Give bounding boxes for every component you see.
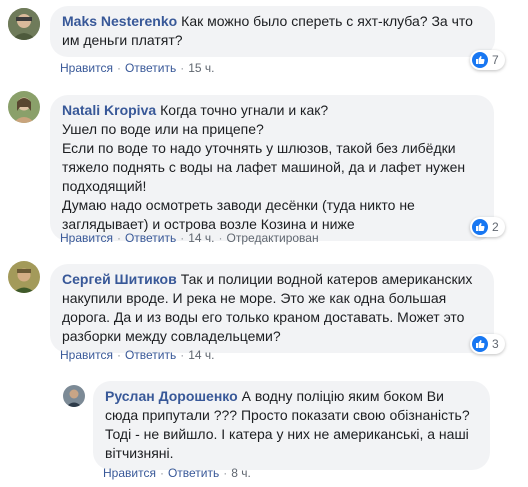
thumbs-up-icon bbox=[472, 52, 488, 68]
comment-actions: Нравится · Ответить · 8 ч. bbox=[103, 466, 251, 480]
comment-time[interactable]: 15 ч. bbox=[188, 61, 214, 75]
separator: · bbox=[180, 231, 185, 245]
like-link[interactable]: Нравится bbox=[60, 61, 113, 75]
reply-link[interactable]: Ответить bbox=[125, 61, 176, 75]
reply-link[interactable]: Ответить bbox=[125, 231, 176, 245]
comment-author[interactable]: Maks Nesterenko bbox=[62, 13, 177, 29]
separator: · bbox=[159, 466, 164, 480]
separator: · bbox=[116, 231, 121, 245]
like-link[interactable]: Нравится bbox=[103, 466, 156, 480]
separator: · bbox=[223, 466, 228, 480]
reaction-count[interactable]: 3 bbox=[470, 334, 505, 354]
comment-text: Когда точно угнали и как? Ушел по воде и… bbox=[62, 102, 466, 232]
reaction-count[interactable]: 7 bbox=[470, 50, 505, 70]
comment-time[interactable]: 14 ч. bbox=[188, 348, 214, 362]
comment-author[interactable]: Natali Kropiva bbox=[62, 102, 156, 118]
comment-bubble: Сергей Шитиков Так и полиции водной катер… bbox=[50, 264, 494, 353]
comment-actions: Нравится · Ответить · 14 ч. bbox=[60, 348, 215, 362]
thumbs-up-icon bbox=[472, 219, 488, 235]
avatar[interactable] bbox=[8, 91, 40, 123]
like-link[interactable]: Нравится bbox=[60, 348, 113, 362]
reaction-number: 7 bbox=[492, 53, 499, 67]
avatar[interactable] bbox=[8, 8, 40, 40]
reply-link[interactable]: Ответить bbox=[125, 348, 176, 362]
separator: · bbox=[116, 348, 121, 362]
like-link[interactable]: Нравится bbox=[60, 231, 113, 245]
avatar[interactable] bbox=[8, 261, 40, 293]
comment-bubble: Maks Nesterenko Как можно было спереть с … bbox=[50, 6, 495, 57]
reply-link[interactable]: Ответить bbox=[168, 466, 219, 480]
comment-actions: Нравится · Ответить · 15 ч. bbox=[60, 61, 215, 75]
thumbs-up-icon bbox=[472, 336, 488, 352]
comment-time[interactable]: 14 ч. bbox=[188, 231, 214, 245]
reaction-number: 2 bbox=[492, 220, 499, 234]
comment-time[interactable]: 8 ч. bbox=[231, 466, 251, 480]
reaction-number: 3 bbox=[492, 337, 499, 351]
separator: · bbox=[218, 231, 223, 245]
separator: · bbox=[180, 61, 185, 75]
comment-author[interactable]: Руслан Дорошенко bbox=[105, 388, 238, 404]
separator: · bbox=[180, 348, 185, 362]
reaction-count[interactable]: 2 bbox=[470, 217, 505, 237]
avatar[interactable] bbox=[63, 385, 85, 407]
comment-bubble: Natali Kropiva Когда точно угнали и как? … bbox=[50, 95, 494, 241]
comment-bubble: Руслан Дорошенко А водну поліцію яким бок… bbox=[93, 381, 490, 470]
comment-actions: Нравится · Ответить · 14 ч. · Отредактирован bbox=[60, 231, 319, 245]
comment-author[interactable]: Сергей Шитиков bbox=[62, 271, 177, 287]
separator: · bbox=[116, 61, 121, 75]
edited-label[interactable]: Отредактирован bbox=[227, 231, 319, 245]
